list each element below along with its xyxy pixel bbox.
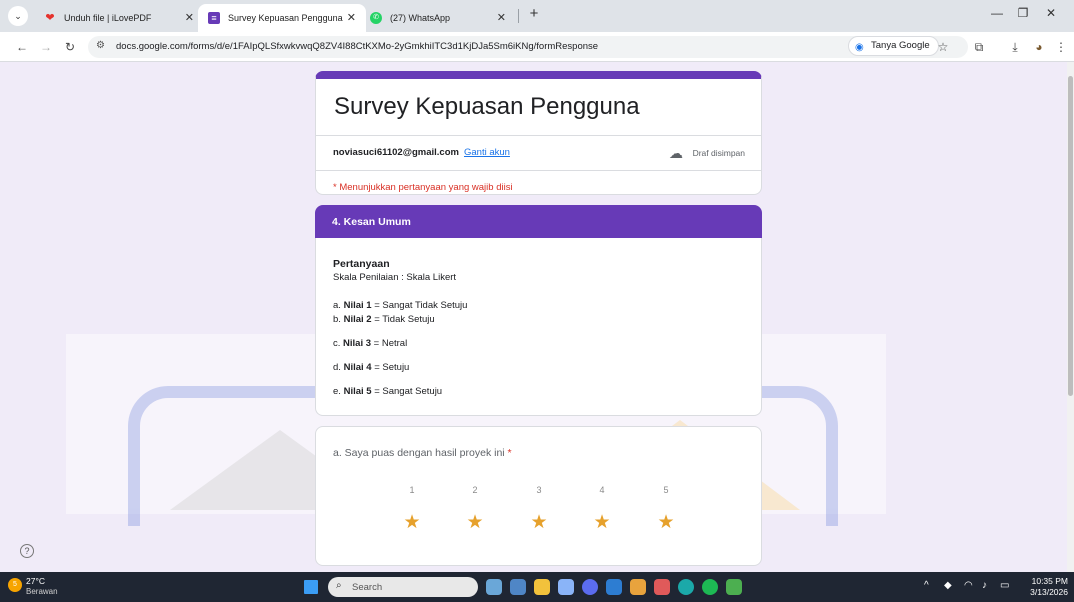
scale-item: e. Nilai 5 = Sangat Setuju (333, 386, 443, 397)
required-note: * Menunjukkan pertanyaan yang wajib diis… (333, 182, 513, 193)
page-scrollbar[interactable] (1067, 62, 1074, 572)
account-email: noviasuci61102@gmail.com (333, 147, 459, 158)
rating-number: 3 (536, 485, 542, 495)
rating-star-5[interactable]: ★ (654, 511, 678, 534)
draft-status: Draf disimpan (692, 148, 745, 158)
tab-ilovepdf[interactable]: ❤ Unduh file | iLovePDF ✕ (34, 4, 204, 32)
new-tab-button[interactable]: + (525, 5, 543, 23)
back-icon[interactable]: ← (14, 39, 30, 55)
rating-star-1[interactable]: ★ (400, 511, 424, 534)
scale-item: c. Nilai 3 = Netral (333, 338, 408, 349)
google-lens-icon: ◉ (855, 42, 864, 53)
chrome-icon[interactable] (630, 579, 646, 595)
section-title: 4. Kesan Umum (332, 216, 411, 228)
tab-title: Survey Kepuasan Pengguna (228, 13, 343, 23)
cloud-saved-icon: ☁ (669, 145, 683, 161)
account-row: noviasuci61102@gmail.com Ganti akun ☁ Dr… (316, 135, 761, 171)
close-tab-icon[interactable]: ✕ (185, 11, 194, 24)
edge-icon[interactable] (678, 579, 694, 595)
close-tab-icon[interactable]: ✕ (497, 11, 506, 24)
battery-icon[interactable]: ▭ (1000, 580, 1009, 591)
close-tab-icon[interactable]: ✕ (347, 11, 356, 24)
windows-taskbar: 5 27°C Berawan ⌕ Search ^ ◆ ◠ ♪ ▭ 10:35 … (0, 572, 1074, 602)
help-icon[interactable]: ? (20, 544, 34, 558)
tab-title: Unduh file | iLovePDF (64, 13, 152, 23)
bookmark-star-icon[interactable]: ☆ (934, 38, 952, 56)
section-description-card: Pertanyaan Skala Penilaian : Skala Liker… (315, 238, 762, 416)
tab-separator (518, 9, 519, 23)
rating-star-3[interactable]: ★ (527, 511, 551, 534)
network-app-icon[interactable]: ◆ (944, 580, 952, 591)
section-heading: Pertanyaan (333, 258, 390, 270)
scale-item: a. Nilai 1 = Sangat Tidak Setuju (333, 300, 468, 311)
file-explorer-icon[interactable] (534, 579, 550, 595)
widgets-icon[interactable] (510, 579, 526, 595)
extensions-icon[interactable]: ⧉ (970, 38, 988, 56)
tab-strip: ⌄ ❤ Unduh file | iLovePDF ✕ ≡ Survey Kep… (0, 0, 1074, 32)
clock-time[interactable]: 10:35 PM (1032, 576, 1068, 586)
tab-survey[interactable]: ≡ Survey Kepuasan Pengguna ✕ (198, 4, 366, 32)
app-icon[interactable] (654, 579, 670, 595)
scale-description: Skala Penilaian : Skala Likert (333, 272, 457, 283)
form-title: Survey Kepuasan Pengguna (334, 93, 640, 120)
minimize-icon[interactable]: — (986, 6, 1008, 20)
restore-icon[interactable]: ❐ (1012, 6, 1034, 20)
rating-number: 5 (663, 485, 669, 495)
url-text: docs.google.com/forms/d/e/1FAIpQLSfxwkvw… (116, 41, 599, 52)
weather-condition: Berawan (26, 587, 58, 596)
tab-search-chevron-icon[interactable]: ⌄ (8, 6, 28, 26)
forms-icon: ≡ (208, 12, 220, 24)
weather-temperature: 27°C (26, 576, 45, 586)
clock-date[interactable]: 3/13/2026 (1030, 587, 1068, 597)
forward-icon[interactable]: → (38, 39, 54, 55)
switch-account-link[interactable]: Ganti akun (464, 147, 510, 158)
weather-icon[interactable]: 5 (8, 578, 22, 592)
rating-star-2[interactable]: ★ (463, 511, 487, 534)
taskbar-search[interactable]: ⌕ Search (328, 577, 478, 597)
tab-title: (27) WhatsApp (390, 13, 451, 23)
question-text: a. Saya puas dengan hasil proyek ini * (333, 447, 512, 459)
discord-icon[interactable] (582, 579, 598, 595)
tab-whatsapp[interactable]: ✆ (27) WhatsApp ✕ (360, 4, 516, 32)
reload-icon[interactable]: ↻ (62, 39, 78, 55)
search-icon: ⌕ (336, 580, 342, 591)
scale-item: b. Nilai 2 = Tidak Setuju (333, 314, 435, 325)
ask-google-button[interactable]: ◉ Tanya Google (848, 36, 939, 56)
download-icon[interactable]: ⤓ (1006, 38, 1024, 56)
site-info-icon[interactable]: ⚙ (96, 40, 105, 51)
app-icon[interactable] (726, 579, 742, 595)
start-button[interactable] (304, 580, 318, 594)
taskview-icon[interactable] (486, 579, 502, 595)
profile-avatar-icon[interactable]: ◕ (1030, 38, 1048, 56)
app-icon[interactable] (606, 579, 622, 595)
teams-icon[interactable] (558, 579, 574, 595)
address-bar[interactable]: ⚙ docs.google.com/forms/d/e/1FAIpQLSfxwk… (88, 36, 968, 58)
scrollbar-thumb[interactable] (1068, 76, 1073, 396)
heart-icon: ❤ (45, 12, 55, 24)
rating-number: 4 (599, 485, 605, 495)
scale-item: d. Nilai 4 = Setuju (333, 362, 410, 373)
menu-kebab-icon[interactable]: ⋮ (1052, 38, 1070, 56)
ask-google-label: Tanya Google (871, 40, 930, 51)
close-window-icon[interactable]: ✕ (1040, 6, 1062, 20)
search-placeholder: Search (352, 582, 383, 593)
show-hidden-icons[interactable]: ^ (924, 580, 929, 591)
form-header-card: Survey Kepuasan Pengguna noviasuci61102@… (315, 71, 762, 195)
whatsapp-icon: ✆ (370, 12, 382, 24)
question-card: a. Saya puas dengan hasil proyek ini * 1… (315, 426, 762, 566)
rating-star-4[interactable]: ★ (590, 511, 614, 534)
rating-number: 2 (472, 485, 478, 495)
wifi-icon[interactable]: ◠ (964, 580, 973, 591)
volume-icon[interactable]: ♪ (982, 580, 987, 591)
rating-number: 1 (409, 485, 415, 495)
spotify-icon[interactable] (702, 579, 718, 595)
section-header: 4. Kesan Umum (315, 205, 762, 239)
